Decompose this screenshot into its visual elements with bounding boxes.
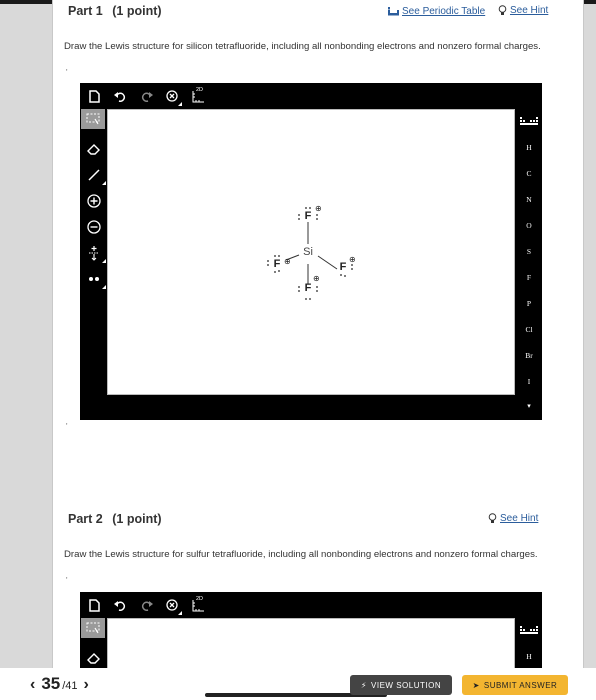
drawing-canvas-part2[interactable]: [107, 618, 515, 671]
new-document-icon[interactable]: [86, 88, 102, 104]
zoom-clear-icon[interactable]: [164, 88, 182, 106]
undo-icon[interactable]: [112, 597, 128, 613]
increase-charge-icon[interactable]: [85, 243, 106, 263]
formal-charge-bottom: ⊕: [313, 274, 320, 283]
element-s[interactable]: S: [516, 247, 542, 256]
lewis-structure: F Si F F F ⊕ ⊕ ⊕ ⊕: [108, 110, 514, 394]
lightbulb-icon: [488, 513, 497, 523]
part2-points: (1 point): [112, 512, 162, 526]
element-palette-part2: H: [516, 618, 542, 668]
see-periodic-table-label: See Periodic Table: [402, 6, 486, 17]
single-bond-icon[interactable]: [85, 165, 106, 185]
part1-header: Part 1 (1 point): [68, 4, 162, 18]
editor-left-toolbar: [80, 109, 106, 409]
editor-toolbar: 2D: [80, 83, 542, 109]
submit-answer-label: SUBMIT ANSWER: [483, 680, 558, 690]
element-br[interactable]: Br: [516, 351, 542, 360]
lewis-editor-part1: 2D F Si F F F ⊕ ⊕ ⊕ ⊕ H C N O S F P Cl B…: [80, 83, 542, 420]
part1-see-hint-label: See Hint: [509, 5, 549, 16]
submit-answer-button[interactable]: ➤ SUBMIT ANSWER: [462, 675, 568, 695]
element-c[interactable]: C: [516, 169, 542, 178]
new-document-icon[interactable]: [86, 597, 102, 613]
next-page-icon[interactable]: ›: [84, 676, 89, 694]
element-o[interactable]: O: [516, 221, 542, 230]
element-n[interactable]: N: [516, 195, 542, 204]
view-solution-button[interactable]: ⚡ VIEW SOLUTION: [350, 675, 452, 695]
lone-pairs-and-charges: [267, 207, 353, 300]
submit-icon: ➤: [472, 680, 480, 690]
negative-charge-icon[interactable]: [85, 217, 103, 237]
periodic-table-icon: [388, 7, 399, 16]
select-lasso-icon[interactable]: [81, 109, 105, 129]
ruler-2d-label: 2D: [196, 87, 204, 93]
formal-charge-right: ⊕: [349, 255, 356, 264]
part2-title: Part 2: [68, 512, 103, 526]
select-lasso-icon[interactable]: [81, 618, 105, 638]
part2-see-hint-link[interactable]: See Hint: [488, 513, 538, 524]
more-elements-icon[interactable]: ▾: [516, 402, 542, 410]
periodic-grid-icon[interactable]: [516, 117, 542, 129]
lone-pair-icon[interactable]: [85, 269, 106, 289]
element-cl[interactable]: Cl: [516, 325, 542, 334]
view-solution-label: VIEW SOLUTION: [371, 680, 442, 690]
pager: ‹ 35 /41 ›: [30, 674, 89, 694]
part2-links: See Hint: [478, 513, 538, 527]
total-pages: /41: [62, 680, 78, 692]
part2-see-hint-label: See Hint: [500, 513, 539, 524]
formal-charge-left: ⊕: [284, 257, 291, 266]
element-h[interactable]: H: [516, 652, 542, 661]
ruler-2d-icon[interactable]: 2D: [190, 87, 206, 104]
part1-mark: ': [66, 68, 68, 77]
ruler-2d-icon[interactable]: 2D: [190, 596, 206, 613]
editor2-left-toolbar: [80, 618, 106, 668]
part1-end-mark: ': [66, 422, 68, 431]
eraser-icon[interactable]: [85, 648, 103, 668]
part1-points: (1 point): [112, 4, 162, 18]
element-p[interactable]: P: [516, 299, 542, 308]
redo-icon[interactable]: [138, 88, 154, 104]
ruler-2d-label: 2D: [196, 596, 204, 602]
lightbulb-icon: [498, 5, 507, 15]
part2-prompt: Draw the Lewis structure for sulfur tetr…: [64, 549, 538, 560]
element-palette: H C N O S F P Cl Br I ▾: [516, 109, 542, 419]
drawing-canvas[interactable]: F Si F F F ⊕ ⊕ ⊕ ⊕: [107, 109, 515, 395]
part1-title: Part 1: [68, 4, 103, 18]
element-h[interactable]: H: [516, 143, 542, 152]
lewis-editor-part2: 2D H: [80, 592, 542, 671]
see-periodic-table-link[interactable]: See Periodic Table: [388, 6, 485, 17]
part2-mark: ': [66, 576, 68, 585]
periodic-grid-icon[interactable]: [516, 626, 542, 638]
element-i[interactable]: I: [516, 377, 542, 386]
undo-icon[interactable]: [112, 88, 128, 104]
part1-see-hint-link[interactable]: See Hint: [498, 5, 548, 16]
positive-charge-icon[interactable]: [85, 191, 103, 211]
bolt-icon: ⚡: [360, 680, 368, 690]
element-f[interactable]: F: [516, 273, 542, 282]
part1-links: See Periodic Table See Hint: [378, 5, 548, 19]
formal-charge-top: ⊕: [315, 204, 322, 213]
zoom-clear-icon[interactable]: [164, 597, 182, 615]
part1-prompt: Draw the Lewis structure for silicon tet…: [64, 41, 541, 52]
editor2-toolbar: 2D: [80, 592, 542, 618]
current-page: 35: [41, 674, 61, 693]
part2-header: Part 2 (1 point): [68, 512, 162, 526]
previous-page-icon[interactable]: ‹: [30, 676, 35, 694]
eraser-icon[interactable]: [85, 139, 103, 159]
redo-icon[interactable]: [138, 597, 154, 613]
